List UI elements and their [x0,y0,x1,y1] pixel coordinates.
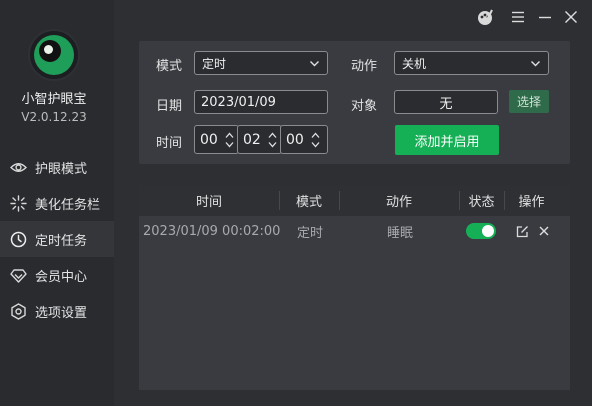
sidebar-item-label: 美化任务栏 [35,197,101,213]
table-row[interactable]: 2023/01/09 00:02:00 定时 睡眠 [139,216,570,247]
target-label: 对象 [351,99,378,114]
action-select[interactable]: 关机 [394,51,549,75]
mode-label: 模式 [156,59,183,74]
column-header-status: 状态 [468,195,495,210]
sidebar-item-label: 护眼模式 [35,161,88,177]
sidebar-item-label: 会员中心 [35,269,88,285]
minimize-icon[interactable] [536,8,554,26]
date-input[interactable]: 2023/01/09 [194,90,328,114]
column-header-mode: 模式 [295,195,322,210]
task-table: 时间 模式 动作 状态 操作 2023/01/09 00:02:00 定时 睡眠 [139,185,570,390]
second-value: 00 [286,131,304,148]
diamond-icon [9,266,27,284]
sidebar-item-taskbar[interactable]: 美化任务栏 [0,185,114,221]
row-time: 2023/01/09 00:02:00 [143,224,281,239]
target-field: 无 [394,90,498,114]
gear-icon [9,302,27,320]
sidebar-item-eye-mode[interactable]: 护眼模式 [0,149,114,185]
sidebar: 小智护眼宝 V2.0.12.23 护眼模式 美化任务栏 定时任务 会员中心 选项… [0,0,114,406]
mode-select[interactable]: 定时 [194,51,328,75]
column-header-time: 时间 [195,195,222,210]
hour-stepper[interactable]: 00 [194,125,239,154]
task-form: 模式 定时 动作 关机 日期 2023/01/09 对象 无 选择 时间 00 [139,41,570,164]
sparkle-icon [9,194,27,212]
sidebar-item-settings[interactable]: 选项设置 [0,293,114,329]
app-logo [28,29,80,81]
skin-icon[interactable] [476,8,494,26]
status-toggle[interactable] [466,223,496,239]
hour-value: 00 [200,131,218,148]
close-icon[interactable] [562,8,580,26]
mode-value: 定时 [202,56,227,71]
app-name: 小智护眼宝 [21,92,87,107]
action-label: 动作 [351,59,378,74]
minute-stepper[interactable]: 02 [237,125,282,154]
date-label: 日期 [156,99,183,114]
menu-icon[interactable] [509,8,527,26]
clock-icon [9,230,27,248]
sidebar-item-label: 选项设置 [35,305,88,321]
column-header-operation: 操作 [518,195,545,210]
chevron-down-icon [530,58,541,72]
table-header: 时间 模式 动作 状态 操作 [139,185,570,216]
eye-icon [9,158,27,176]
row-action: 睡眠 [387,226,414,241]
column-header-action: 动作 [385,195,412,210]
minute-value: 02 [243,131,261,148]
second-stepper[interactable]: 00 [280,125,328,154]
app-version: V2.0.12.23 [21,110,87,124]
stepper-arrows-icon[interactable] [223,131,235,149]
row-mode: 定时 [297,226,324,241]
select-target-button[interactable]: 选择 [509,90,549,113]
main-panel: 模式 定时 动作 关机 日期 2023/01/09 对象 无 选择 时间 00 [114,0,592,406]
action-value: 关机 [402,56,427,71]
sidebar-item-label: 定时任务 [35,233,88,249]
edit-icon[interactable] [514,223,530,239]
time-label: 时间 [156,136,183,151]
sidebar-item-membership[interactable]: 会员中心 [0,257,114,293]
chevron-down-icon [309,58,320,72]
delete-icon[interactable] [536,223,552,239]
sidebar-item-scheduled-task[interactable]: 定时任务 [0,221,114,257]
stepper-arrows-icon[interactable] [309,131,321,149]
add-and-enable-button[interactable]: 添加并启用 [395,125,499,155]
stepper-arrows-icon[interactable] [266,131,278,149]
